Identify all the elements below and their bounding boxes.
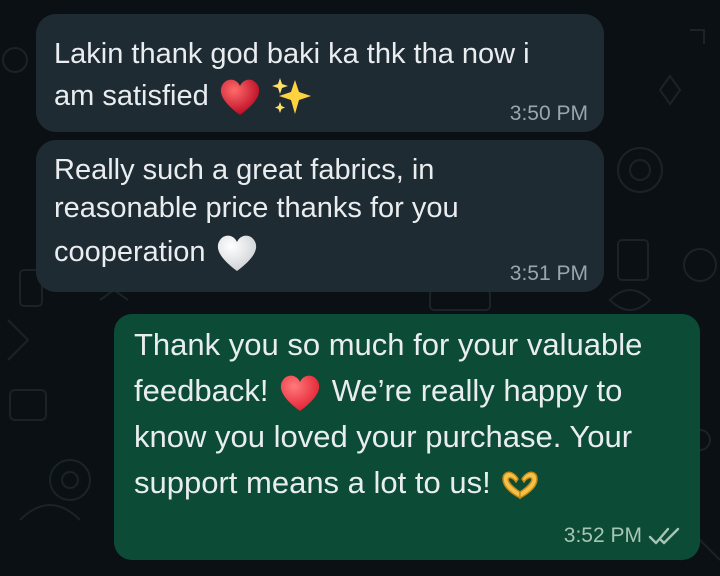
white-heart-icon bbox=[217, 235, 256, 272]
message-text-line: am satisfied bbox=[54, 76, 313, 118]
message-timestamp: 3:50 PM bbox=[509, 102, 588, 125]
message-text-line: cooperation bbox=[54, 232, 260, 273]
red-heart-icon bbox=[280, 375, 320, 411]
message-text-line: support means a lot to us! bbox=[134, 460, 541, 506]
sparkles-icon bbox=[271, 78, 311, 115]
outgoing-message-bubble[interactable]: Thank you so much for your valuable feed… bbox=[114, 314, 700, 560]
message-text-fragment: cooperation bbox=[54, 236, 206, 268]
message-text-line: Really such a great fabrics, in bbox=[54, 154, 435, 186]
incoming-message-bubble[interactable]: Really such a great fabrics, in reasonab… bbox=[36, 140, 604, 292]
message-text-line: Lakin thank god baki ka thk tha now i bbox=[54, 38, 530, 70]
message-timestamp: 3:51 PM bbox=[509, 262, 588, 285]
heart-hands-icon bbox=[502, 471, 539, 500]
message-text-line: know you loved your purchase. Your bbox=[134, 419, 633, 454]
red-heart-icon bbox=[220, 79, 259, 116]
message-text-fragment: feedback! bbox=[134, 373, 269, 408]
message-text-line: Thank you so much for your valuable bbox=[134, 327, 643, 362]
message-text-line: feedback! We’re really happy to bbox=[134, 368, 622, 414]
message-timestamp: 3:52 PM bbox=[563, 524, 642, 547]
double-check-icon bbox=[648, 527, 680, 545]
message-text-line: reasonable price thanks for you bbox=[54, 192, 459, 224]
message-text-fragment: support means a lot to us! bbox=[134, 465, 491, 500]
incoming-message-bubble[interactable]: Lakin thank god baki ka thk tha now i am… bbox=[36, 14, 604, 132]
message-text-fragment: We’re really happy to bbox=[331, 373, 623, 408]
message-text-fragment: am satisfied bbox=[54, 80, 209, 112]
